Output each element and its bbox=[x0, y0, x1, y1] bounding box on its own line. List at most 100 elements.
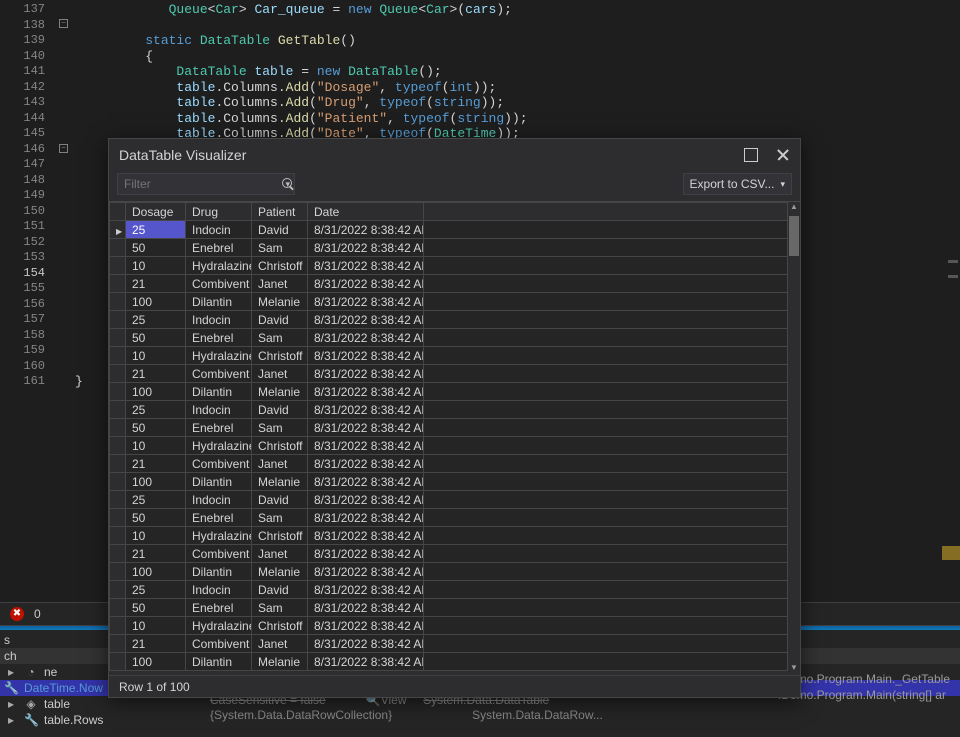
table-cell[interactable]: 8/31/2022 8:38:42 AM bbox=[308, 275, 424, 293]
table-cell[interactable]: Janet bbox=[252, 545, 308, 563]
table-row[interactable]: 21CombiventJanet8/31/2022 8:38:42 AM bbox=[110, 635, 788, 653]
expand-icon[interactable]: ▸ bbox=[4, 665, 18, 679]
table-cell[interactable]: 25 bbox=[126, 581, 186, 599]
visualizer-titlebar[interactable]: DataTable Visualizer bbox=[109, 139, 800, 171]
table-cell[interactable]: Hydralazine bbox=[186, 527, 252, 545]
maximize-icon[interactable] bbox=[744, 148, 758, 162]
table-row[interactable]: 25IndocinDavid8/31/2022 8:38:42 AM bbox=[110, 491, 788, 509]
table-cell[interactable]: Melanie bbox=[252, 383, 308, 401]
table-row[interactable]: 21CombiventJanet8/31/2022 8:38:42 AM bbox=[110, 275, 788, 293]
table-cell[interactable]: 50 bbox=[126, 419, 186, 437]
table-row[interactable]: 100DilantinMelanie8/31/2022 8:38:42 AM bbox=[110, 653, 788, 671]
table-row[interactable]: 10HydralazineChristoff8/31/2022 8:38:42 … bbox=[110, 527, 788, 545]
table-cell[interactable]: 8/31/2022 8:38:42 AM bbox=[308, 437, 424, 455]
table-cell[interactable]: 10 bbox=[126, 347, 186, 365]
table-cell[interactable]: Dilantin bbox=[186, 563, 252, 581]
table-cell[interactable]: 8/31/2022 8:38:42 AM bbox=[308, 599, 424, 617]
table-row[interactable]: 21CombiventJanet8/31/2022 8:38:42 AM bbox=[110, 455, 788, 473]
table-cell[interactable]: Enebrel bbox=[186, 419, 252, 437]
table-row[interactable]: 21CombiventJanet8/31/2022 8:38:42 AM bbox=[110, 545, 788, 563]
table-cell[interactable]: David bbox=[252, 401, 308, 419]
table-cell[interactable]: 100 bbox=[126, 473, 186, 491]
table-row[interactable]: 21CombiventJanet8/31/2022 8:38:42 AM bbox=[110, 365, 788, 383]
table-row[interactable]: 100DilantinMelanie8/31/2022 8:38:42 AM bbox=[110, 563, 788, 581]
table-cell[interactable]: 50 bbox=[126, 329, 186, 347]
table-cell[interactable]: Christoff bbox=[252, 527, 308, 545]
fold-column[interactable]: − − bbox=[55, 0, 75, 600]
table-cell[interactable]: Combivent bbox=[186, 275, 252, 293]
table-cell[interactable]: 21 bbox=[126, 635, 186, 653]
table-row[interactable]: 100DilantinMelanie8/31/2022 8:38:42 AM bbox=[110, 293, 788, 311]
table-cell[interactable]: 8/31/2022 8:38:42 AM bbox=[308, 239, 424, 257]
table-row[interactable]: 50EnebrelSam8/31/2022 8:38:42 AM bbox=[110, 599, 788, 617]
table-cell[interactable]: 8/31/2022 8:38:42 AM bbox=[308, 527, 424, 545]
table-cell[interactable]: Sam bbox=[252, 329, 308, 347]
table-row[interactable]: 10HydralazineChristoff8/31/2022 8:38:42 … bbox=[110, 617, 788, 635]
table-cell[interactable]: Indocin bbox=[186, 581, 252, 599]
table-cell[interactable]: Enebrel bbox=[186, 239, 252, 257]
column-header[interactable]: Dosage bbox=[126, 203, 186, 221]
table-cell[interactable]: 8/31/2022 8:38:42 AM bbox=[308, 221, 424, 239]
expand-icon[interactable]: ▸ bbox=[4, 713, 18, 727]
table-cell[interactable]: Enebrel bbox=[186, 509, 252, 527]
table-cell[interactable]: Combivent bbox=[186, 365, 252, 383]
table-cell[interactable]: Janet bbox=[252, 365, 308, 383]
table-cell[interactable]: Indocin bbox=[186, 491, 252, 509]
table-cell[interactable]: 21 bbox=[126, 275, 186, 293]
table-cell[interactable]: 8/31/2022 8:38:42 AM bbox=[308, 401, 424, 419]
table-cell[interactable]: 50 bbox=[126, 239, 186, 257]
table-cell[interactable]: Sam bbox=[252, 239, 308, 257]
table-cell[interactable]: 8/31/2022 8:38:42 AM bbox=[308, 581, 424, 599]
table-cell[interactable]: David bbox=[252, 491, 308, 509]
table-cell[interactable]: 21 bbox=[126, 455, 186, 473]
table-cell[interactable]: Sam bbox=[252, 509, 308, 527]
table-cell[interactable]: 8/31/2022 8:38:42 AM bbox=[308, 491, 424, 509]
table-cell[interactable]: 8/31/2022 8:38:42 AM bbox=[308, 563, 424, 581]
table-cell[interactable]: Combivent bbox=[186, 455, 252, 473]
chevron-down-icon[interactable]: ▾ bbox=[780, 179, 785, 190]
scrollbar-thumb[interactable] bbox=[789, 216, 799, 256]
column-header[interactable]: Date bbox=[308, 203, 424, 221]
table-cell[interactable]: Melanie bbox=[252, 473, 308, 491]
close-icon[interactable] bbox=[776, 148, 790, 162]
table-row[interactable]: 25IndocinDavid8/31/2022 8:38:42 AM bbox=[110, 581, 788, 599]
table-cell[interactable]: 10 bbox=[126, 527, 186, 545]
table-row[interactable]: 25IndocinDavid8/31/2022 8:38:42 AM bbox=[110, 401, 788, 419]
table-cell[interactable]: 8/31/2022 8:38:42 AM bbox=[308, 635, 424, 653]
table-cell[interactable]: David bbox=[252, 311, 308, 329]
table-cell[interactable]: 8/31/2022 8:38:42 AM bbox=[308, 419, 424, 437]
table-cell[interactable]: 8/31/2022 8:38:42 AM bbox=[308, 653, 424, 671]
table-cell[interactable]: Hydralazine bbox=[186, 347, 252, 365]
table-cell[interactable]: 100 bbox=[126, 293, 186, 311]
filter-input[interactable] bbox=[124, 177, 279, 191]
fold-box-icon[interactable]: − bbox=[59, 144, 68, 153]
table-row[interactable]: 10HydralazineChristoff8/31/2022 8:38:42 … bbox=[110, 437, 788, 455]
editor-overview-ruler[interactable] bbox=[946, 0, 960, 600]
table-cell[interactable]: 25 bbox=[126, 311, 186, 329]
data-grid[interactable]: DosageDrugPatientDate 25IndocinDavid8/31… bbox=[109, 202, 788, 675]
table-row[interactable]: 25IndocinDavid8/31/2022 8:38:42 AM bbox=[110, 221, 788, 239]
scroll-down-icon[interactable]: ▼ bbox=[788, 663, 800, 675]
error-badge-icon[interactable]: ✖ bbox=[10, 607, 24, 621]
table-cell[interactable]: 50 bbox=[126, 599, 186, 617]
table-cell[interactable]: 8/31/2022 8:38:42 AM bbox=[308, 509, 424, 527]
table-row[interactable]: 10HydralazineChristoff8/31/2022 8:38:42 … bbox=[110, 347, 788, 365]
filter-input-container[interactable]: ▾ bbox=[117, 173, 295, 195]
table-cell[interactable]: Melanie bbox=[252, 653, 308, 671]
table-cell[interactable]: 10 bbox=[126, 437, 186, 455]
table-cell[interactable]: 25 bbox=[126, 221, 186, 239]
table-cell[interactable]: Christoff bbox=[252, 617, 308, 635]
table-cell[interactable]: Dilantin bbox=[186, 383, 252, 401]
table-cell[interactable]: David bbox=[252, 581, 308, 599]
datatable-visualizer-window[interactable]: DataTable Visualizer ▾ Export to CSV... … bbox=[108, 138, 801, 698]
column-header[interactable]: Drug bbox=[186, 203, 252, 221]
table-cell[interactable]: David bbox=[252, 221, 308, 239]
table-row[interactable]: 50EnebrelSam8/31/2022 8:38:42 AM bbox=[110, 239, 788, 257]
table-cell[interactable]: Hydralazine bbox=[186, 257, 252, 275]
table-cell[interactable]: 21 bbox=[126, 545, 186, 563]
fold-box-icon[interactable]: − bbox=[59, 19, 68, 28]
table-cell[interactable]: Janet bbox=[252, 635, 308, 653]
table-cell[interactable]: Melanie bbox=[252, 563, 308, 581]
table-cell[interactable]: 8/31/2022 8:38:42 AM bbox=[308, 545, 424, 563]
table-row[interactable]: 25IndocinDavid8/31/2022 8:38:42 AM bbox=[110, 311, 788, 329]
